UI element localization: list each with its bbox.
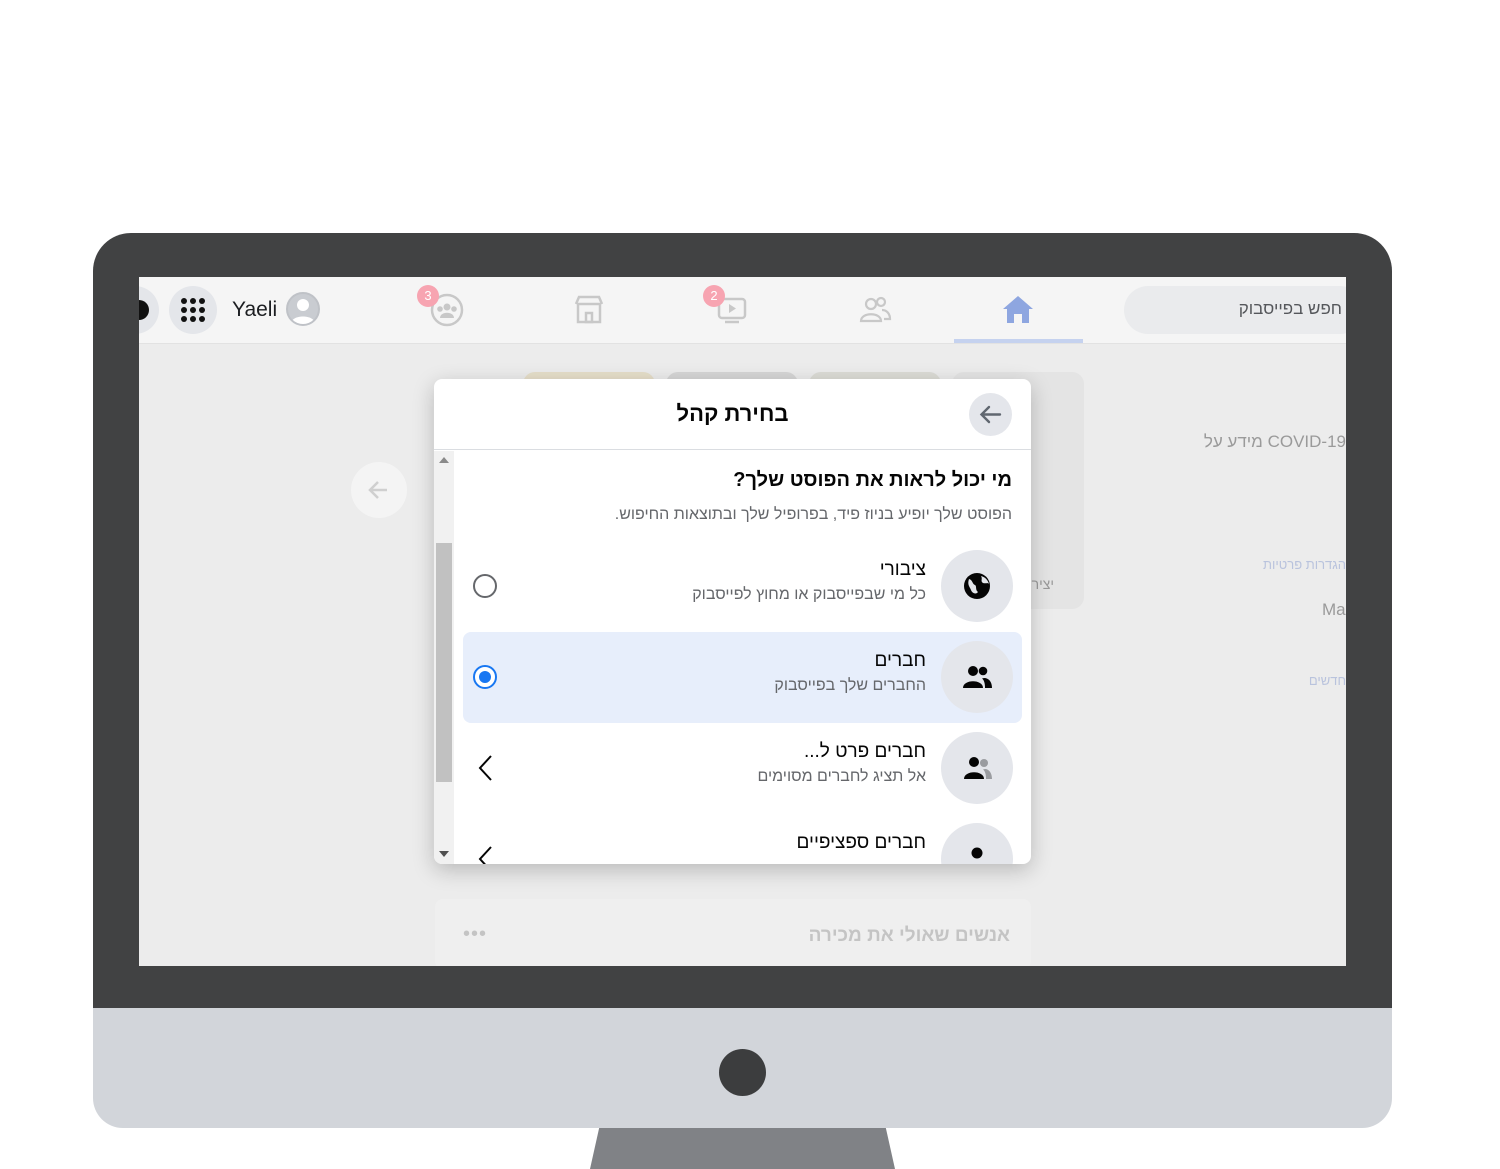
radio-friends-selected[interactable] [473, 665, 497, 689]
avatar[interactable] [286, 292, 320, 326]
option-description: כל מי שבפייסבוק או מחוץ לפייסבוק [692, 586, 926, 603]
chevron-left-icon[interactable] [477, 753, 495, 783]
watch-badge: 2 [703, 285, 725, 307]
friends-icon [941, 641, 1013, 713]
marketplace-icon [574, 295, 604, 324]
monitor-stand [590, 1128, 895, 1169]
people-you-may-know-title: אנשים שאולי את מכירה [808, 925, 1010, 946]
top-navigation-bar: Yaeli 3 2 חפש בפייסבוק [139, 277, 1346, 344]
dialog-scrollbar[interactable] [434, 451, 454, 864]
chevron-left-icon[interactable] [477, 844, 495, 864]
option-description: אל תציג לחברים מסוימים [757, 768, 926, 785]
dialog-title: בחירת קהל [676, 401, 789, 426]
more-options-icon[interactable]: ••• [463, 923, 487, 946]
messenger-button[interactable] [139, 286, 159, 334]
covid-info-link[interactable]: COVID-19 מידע על [1204, 432, 1346, 452]
option-label: חברים [874, 650, 926, 671]
privacy-link[interactable]: הגדרות פרטיות [1263, 557, 1346, 572]
friends-nav-icon [859, 296, 892, 323]
option-label: חברים פרט ל... [803, 741, 926, 762]
audience-option-public[interactable]: ציבורי כל מי שבפייסבוק או מחוץ לפייסבוק [463, 541, 1022, 632]
scrollbar-thumb[interactable] [436, 543, 452, 782]
nav-friends-tab[interactable] [857, 292, 893, 333]
menu-button[interactable] [169, 286, 217, 334]
home-active-indicator [954, 339, 1083, 343]
audience-option-friends-except[interactable]: חברים פרט ל... אל תציג לחברים מסוימים [463, 723, 1022, 814]
new-items-link[interactable]: חדשים [1309, 673, 1346, 688]
audience-option-friends[interactable]: חברים החברים שלך בפייסבוק [463, 632, 1022, 723]
search-input[interactable]: חפש בפייסבוק [1124, 286, 1346, 334]
profile-name[interactable]: Yaeli [232, 298, 277, 322]
nav-home-tab[interactable] [1000, 292, 1036, 333]
scroll-down-arrow-icon[interactable] [439, 851, 449, 857]
search-placeholder: חפש בפייסבוק [1238, 299, 1342, 318]
nav-marketplace-tab[interactable] [571, 292, 607, 333]
back-button[interactable] [969, 393, 1012, 436]
option-label: ציבורי [879, 559, 926, 580]
option-description: החברים שלך בפייסבוק [774, 677, 926, 694]
audience-question: מי יכול לראות את הפוסט שלך? [733, 469, 1012, 491]
globe-icon [941, 550, 1013, 622]
option-label: חברים ספציפיים [796, 832, 926, 853]
audience-dialog: בחירת קהל מי יכול לראות את הפוסט שלך? הפ… [434, 379, 1031, 864]
stories-prev-button[interactable] [351, 462, 407, 518]
groups-badge: 3 [417, 285, 439, 307]
arrow-left-icon [979, 405, 1002, 424]
scroll-up-arrow-icon[interactable] [439, 457, 449, 463]
menu-grid-icon [181, 298, 205, 322]
dialog-header: בחירת קהל [434, 379, 1031, 450]
sidebar-item-text: Ma [1322, 600, 1346, 619]
audience-option-specific-friends[interactable]: חברים ספציפיים [463, 814, 1022, 864]
friends-except-icon [941, 732, 1013, 804]
person-icon [941, 823, 1013, 864]
home-icon [1003, 296, 1033, 323]
arrow-left-icon [368, 481, 387, 499]
avatar-silhouette-icon [291, 299, 315, 324]
monitor-logo [719, 1049, 766, 1096]
radio-public[interactable] [473, 574, 497, 598]
audience-description: הפוסט שלך יופיע בניוז פיד, בפרופיל שלך ו… [614, 506, 1012, 523]
messenger-icon [139, 300, 149, 320]
